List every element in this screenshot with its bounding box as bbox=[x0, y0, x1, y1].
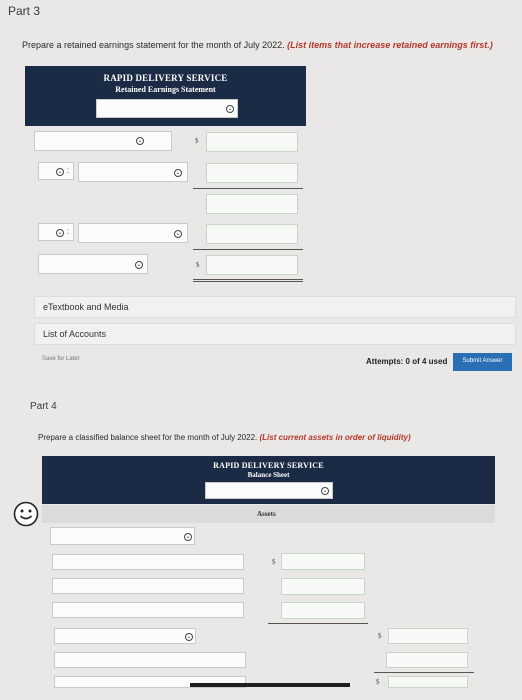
part3-statement-header: RAPID DELIVERY SERVICE Retained Earnings… bbox=[25, 66, 306, 126]
part3-item-select-4[interactable]: ⌄ bbox=[38, 254, 148, 274]
dollar-sign: $ bbox=[378, 632, 382, 640]
part4-amount-input-1[interactable] bbox=[281, 553, 365, 570]
part3-statement-name: Retained Earnings Statement bbox=[115, 85, 216, 94]
dollar-sign: $ bbox=[376, 678, 380, 686]
part4-instruction-emphasis: (List current assets in order of liquidi… bbox=[259, 433, 411, 442]
part3-amount-input-2[interactable] bbox=[206, 163, 298, 183]
part3-item-select-3[interactable]: ⌄ bbox=[78, 223, 188, 243]
chevron-circle-icon: ⌄ bbox=[56, 229, 64, 237]
subtotal-rule bbox=[268, 623, 368, 624]
part4-statement-name: Balance Sheet bbox=[247, 471, 290, 479]
part3-item-select-1[interactable]: ⌄ bbox=[34, 131, 172, 151]
part3-item-select-2[interactable]: ⌄ bbox=[78, 162, 188, 182]
part4-amount-input-2[interactable] bbox=[281, 578, 365, 595]
chevron-circle-icon: ⌄ bbox=[185, 633, 193, 641]
part4-asset-select-3[interactable] bbox=[52, 578, 244, 594]
part3-title: Part 3 bbox=[8, 4, 41, 18]
part4-instruction: Prepare a classified balance sheet for t… bbox=[38, 433, 411, 442]
subtotal-rule bbox=[374, 672, 474, 673]
part4-amount-input-3[interactable] bbox=[281, 602, 365, 619]
part3-amount-input-3[interactable] bbox=[206, 194, 298, 214]
part4-asset-select-2[interactable] bbox=[52, 554, 244, 570]
part4-amount-input-6[interactable] bbox=[388, 676, 468, 688]
etextbook-link[interactable]: eTextbook and Media bbox=[34, 296, 516, 318]
chevron-circle-icon: ⌄ bbox=[226, 105, 234, 113]
part4-amount-input-5[interactable] bbox=[386, 652, 468, 668]
chevron-circle-icon: ⌄ bbox=[321, 487, 329, 495]
list-of-accounts-link[interactable]: List of Accounts bbox=[34, 323, 516, 345]
dollar-sign: $ bbox=[195, 137, 199, 145]
save-for-later-link[interactable]: Save for Later bbox=[42, 356, 80, 362]
chevron-circle-icon: ⌄ bbox=[174, 230, 182, 238]
total-double-rule bbox=[193, 281, 303, 282]
part4-asset-select-5[interactable]: ⌄ bbox=[54, 628, 196, 644]
colon-separator: : bbox=[67, 227, 70, 236]
part4-date-select[interactable]: ⌄ bbox=[205, 482, 333, 499]
home-indicator bbox=[190, 683, 350, 687]
subtotal-rule bbox=[193, 188, 303, 189]
part4-amount-input-4[interactable] bbox=[388, 628, 468, 644]
part3-instruction: Prepare a retained earnings statement fo… bbox=[22, 40, 493, 50]
chevron-circle-icon: ⌄ bbox=[136, 137, 144, 145]
part3-date-select[interactable]: ⌄ bbox=[96, 99, 238, 118]
part4-asset-select-6[interactable] bbox=[54, 652, 246, 668]
chevron-circle-icon: ⌄ bbox=[56, 168, 64, 176]
part3-company-name: RAPID DELIVERY SERVICE bbox=[103, 73, 228, 83]
part4-asset-select-4[interactable] bbox=[52, 602, 244, 618]
submit-answer-button[interactable]: Submit Answer bbox=[453, 353, 512, 371]
part4-statement-header: RAPID DELIVERY SERVICE Balance Sheet ⌄ bbox=[42, 456, 495, 504]
dollar-sign: $ bbox=[272, 558, 276, 566]
dollar-sign: $ bbox=[196, 261, 200, 269]
part3-total-input[interactable] bbox=[206, 255, 298, 275]
subtotal-rule bbox=[193, 249, 303, 250]
part4-title: Part 4 bbox=[30, 401, 57, 412]
part4-asset-select-1[interactable]: ⌄ bbox=[50, 527, 195, 545]
attempts-counter: Attempts: 0 of 4 used bbox=[366, 357, 448, 366]
part4-instruction-text: Prepare a classified balance sheet for t… bbox=[38, 433, 260, 442]
part3-instruction-text: Prepare a retained earnings statement fo… bbox=[22, 40, 288, 50]
smiley-icon[interactable] bbox=[13, 501, 39, 527]
part3-amount-input-4[interactable] bbox=[206, 224, 298, 244]
chevron-circle-icon: ⌄ bbox=[135, 261, 143, 269]
chevron-circle-icon: ⌄ bbox=[174, 169, 182, 177]
assets-heading: Assets bbox=[257, 510, 276, 518]
colon-separator: : bbox=[67, 166, 70, 175]
total-rule bbox=[193, 279, 303, 280]
chevron-circle-icon: ⌄ bbox=[184, 533, 192, 541]
part4-company-name: RAPID DELIVERY SERVICE bbox=[213, 461, 324, 470]
part3-instruction-emphasis: (List items that increase retained earni… bbox=[287, 40, 493, 50]
part3-amount-input-1[interactable] bbox=[206, 132, 298, 152]
